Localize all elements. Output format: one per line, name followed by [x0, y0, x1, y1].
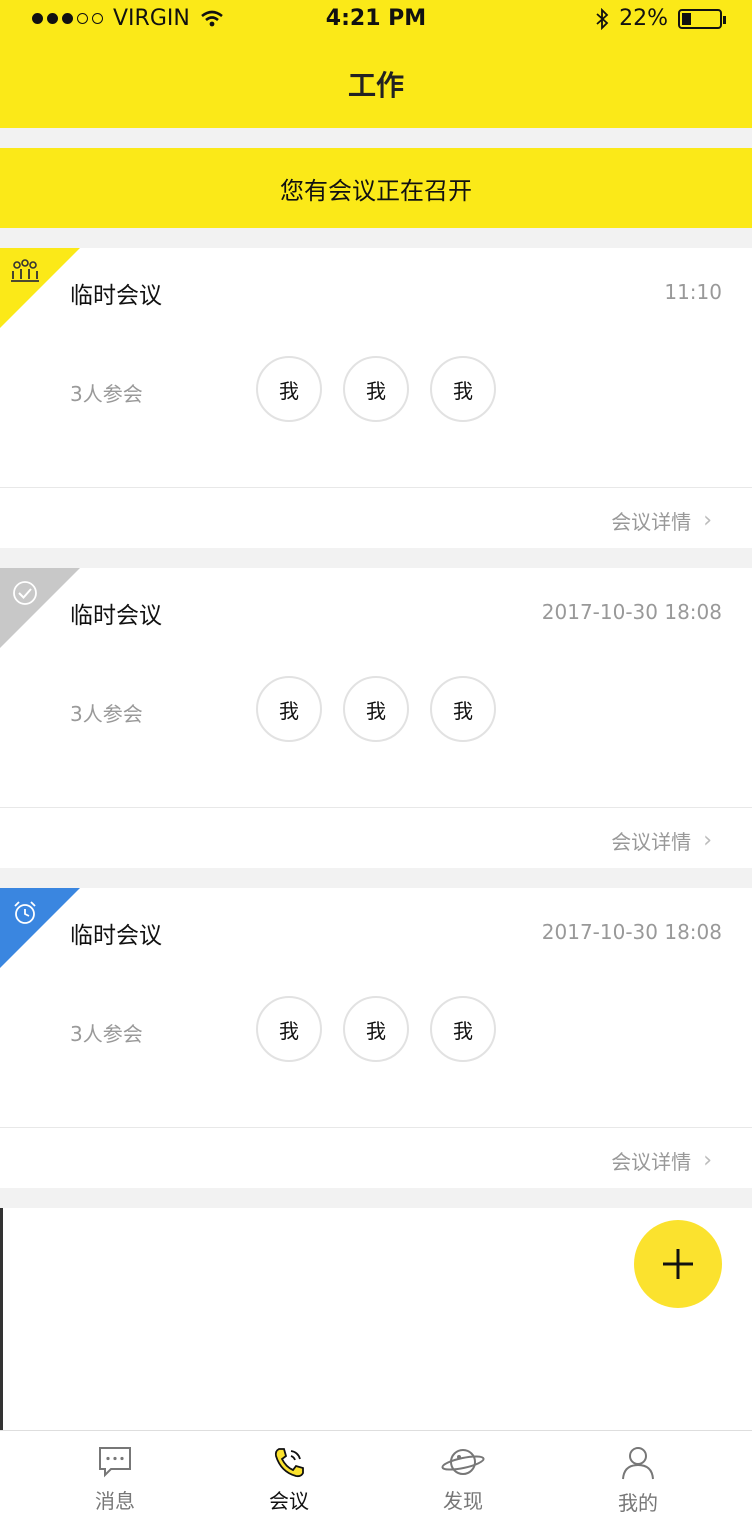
meeting-title: 临时会议 — [70, 603, 162, 629]
meeting-detail-link[interactable]: 会议详情 › — [611, 826, 712, 855]
section-gap — [0, 868, 752, 888]
alarm-clock-icon — [10, 898, 40, 928]
tab-profile[interactable]: 我的 — [578, 1445, 698, 1516]
chevron-right-icon: › — [703, 508, 712, 533]
section-gap — [0, 228, 752, 248]
meeting-people-icon — [10, 258, 40, 288]
meeting-time: 11:10 — [664, 280, 722, 304]
meeting-card[interactable]: 临时会议 2017-10-30 18:08 3人参会 我 我 我 会议详情 › — [0, 888, 752, 1188]
section-gap — [0, 128, 752, 148]
section-gap — [0, 1188, 752, 1208]
avatar: 我 — [430, 996, 496, 1062]
avatar: 我 — [256, 676, 322, 742]
meeting-title: 临时会议 — [70, 283, 162, 309]
banner-text: 您有会议正在召开 — [280, 176, 472, 205]
meeting-time: 2017-10-30 18:08 — [541, 600, 722, 624]
avatar: 我 — [430, 676, 496, 742]
meeting-card[interactable]: 临时会议 2017-10-30 18:08 3人参会 我 我 我 会议详情 › — [0, 568, 752, 868]
planet-icon — [441, 1449, 485, 1475]
battery-percent: 22% — [619, 6, 668, 31]
status-bar: VIRGIN 4:21 PM 22% — [0, 0, 752, 40]
card-divider — [0, 807, 752, 808]
ongoing-meeting-banner[interactable]: 您有会议正在召开 — [0, 148, 752, 228]
meeting-card[interactable]: 临时会议 11:10 3人参会 我 我 我 会议详情 › — [0, 248, 752, 548]
user-icon — [622, 1447, 654, 1480]
tab-label: 我的 — [618, 1491, 658, 1515]
nav-bar: 工作 — [0, 40, 752, 128]
chevron-right-icon: › — [703, 1148, 712, 1173]
section-gap — [0, 548, 752, 568]
meeting-detail-link[interactable]: 会议详情 › — [611, 506, 712, 535]
tab-discover[interactable]: 发现 — [403, 1445, 523, 1514]
tab-label: 会议 — [269, 1489, 309, 1513]
tab-messages[interactable]: 消息 — [55, 1445, 175, 1514]
bluetooth-icon — [596, 7, 609, 30]
avatar: 我 — [343, 996, 409, 1062]
meeting-detail-link[interactable]: 会议详情 › — [611, 1146, 712, 1175]
avatar: 我 — [343, 356, 409, 422]
avatar: 我 — [343, 676, 409, 742]
card-divider — [0, 487, 752, 488]
meeting-time: 2017-10-30 18:08 — [541, 920, 722, 944]
plus-icon — [663, 1249, 693, 1279]
status-right: 22% — [595, 6, 726, 31]
tab-label: 消息 — [95, 1489, 135, 1513]
tab-label: 发现 — [443, 1489, 483, 1513]
message-icon — [99, 1447, 131, 1478]
participant-count: 3人参会 — [70, 1022, 143, 1046]
avatar: 我 — [430, 356, 496, 422]
tab-bar: 消息 会议 发现 我的 — [0, 1430, 752, 1529]
participant-count: 3人参会 — [70, 382, 143, 406]
add-meeting-button[interactable] — [634, 1220, 722, 1308]
meeting-title: 临时会议 — [70, 923, 162, 949]
page-title: 工作 — [347, 69, 404, 102]
card-divider — [0, 1127, 752, 1128]
check-circle-icon — [10, 578, 40, 608]
avatar: 我 — [256, 356, 322, 422]
avatar: 我 — [256, 996, 322, 1062]
detail-label: 会议详情 — [611, 510, 692, 534]
tab-meetings[interactable]: 会议 — [229, 1445, 349, 1514]
detail-label: 会议详情 — [611, 1150, 692, 1174]
battery-icon — [678, 8, 726, 29]
chevron-right-icon: › — [703, 828, 712, 853]
detail-label: 会议详情 — [611, 830, 692, 854]
participant-count: 3人参会 — [70, 702, 143, 726]
phone-icon — [274, 1448, 304, 1478]
